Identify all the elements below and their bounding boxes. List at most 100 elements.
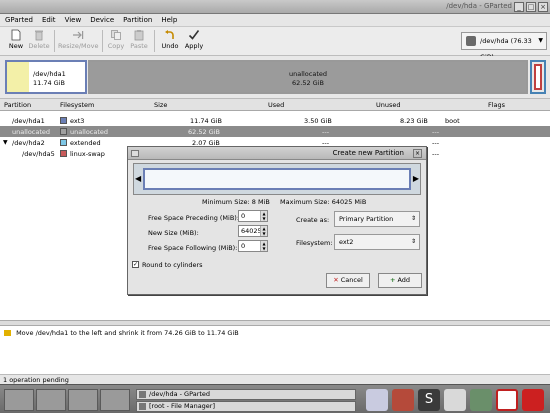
workspace-3[interactable]: [68, 389, 98, 411]
paste-button[interactable]: Paste: [128, 29, 150, 54]
copy-button[interactable]: Copy: [106, 29, 126, 54]
create-as-combo[interactable]: Primary Partition ⇕: [334, 211, 420, 227]
terminal-icon[interactable]: S: [418, 389, 440, 411]
cell-flags: boot: [445, 117, 460, 125]
spin-arrows-icon[interactable]: ▲ ▼: [260, 226, 267, 236]
col-size[interactable]: Size: [154, 101, 167, 109]
new-size-spinner[interactable]: 64025 ▲ ▼: [238, 225, 268, 237]
cell-partition: /dev/hda5: [22, 150, 55, 158]
table-row[interactable]: unallocated unallocated 62.52 GiB --- --…: [0, 126, 550, 137]
cell-filesystem: ext3: [70, 117, 85, 125]
round-cylinders-checkbox[interactable]: ✓: [132, 261, 139, 268]
col-partition[interactable]: Partition: [4, 101, 31, 109]
menu-gparted[interactable]: GParted: [0, 14, 37, 24]
mail-icon[interactable]: [366, 389, 388, 411]
power-icon[interactable]: [496, 389, 518, 411]
map-segment-extended[interactable]: [530, 60, 546, 94]
add-label: Add: [397, 276, 411, 284]
map-segment-unallocated[interactable]: unallocated 62.52 GiB: [88, 60, 528, 94]
menu-device[interactable]: Device: [85, 14, 118, 24]
round-cylinders-label: Round to cylinders: [142, 261, 203, 269]
cancel-label: Cancel: [340, 276, 363, 284]
cell-partition: /dev/hda1: [12, 117, 45, 125]
delete-button[interactable]: Delete: [28, 29, 50, 54]
device-selector[interactable]: /dev/hda (76.33 GiB) ▼: [461, 32, 547, 61]
expander-icon[interactable]: ▼: [3, 139, 8, 146]
partition-resizer: ◀ ▶: [133, 163, 421, 195]
dialog-title: Create new Partition: [332, 149, 404, 157]
workspace-4[interactable]: [100, 389, 130, 411]
cell-size: 62.52 GiB: [188, 128, 220, 136]
gparted-task-icon: [139, 391, 146, 398]
cell-unused: ---: [432, 150, 440, 158]
map-segment-name: unallocated: [288, 70, 328, 78]
tools-icon[interactable]: [392, 389, 414, 411]
task-gparted-label: /dev/hda - GParted: [149, 390, 211, 398]
filesystem-color-swatch: [60, 139, 67, 146]
delete-icon: [35, 30, 43, 41]
new-partition-bar[interactable]: [143, 168, 411, 190]
cell-unused: 8.23 GiB: [400, 117, 428, 125]
logout-icon[interactable]: [522, 389, 544, 411]
undo-button[interactable]: Undo: [160, 29, 180, 54]
close-button[interactable]: ×: [538, 2, 548, 12]
paste-label: Paste: [130, 42, 148, 50]
image-viewer-icon[interactable]: [470, 389, 492, 411]
menu-view[interactable]: View: [60, 14, 86, 24]
free-following-value: 0: [241, 242, 246, 250]
dialog-close-icon[interactable]: ×: [413, 149, 422, 158]
window-titlebar: /dev/hda - GParted _ □ ×: [0, 0, 550, 14]
maximize-button[interactable]: □: [526, 2, 536, 12]
task-file-manager-label: [root - File Manager]: [149, 402, 216, 410]
workspace-1[interactable]: [4, 389, 34, 411]
free-preceding-spinner[interactable]: 0 ▲ ▼: [238, 210, 268, 222]
create-as-label: Create as:: [296, 216, 330, 224]
col-flags[interactable]: Flags: [488, 101, 505, 109]
filesystem-color-swatch: [60, 150, 67, 157]
task-gparted[interactable]: /dev/hda - GParted: [136, 389, 356, 400]
resize-move-label: Resize/Move: [58, 42, 99, 50]
task-file-manager[interactable]: [root - File Manager]: [136, 401, 356, 412]
workspace-2[interactable]: [36, 389, 66, 411]
minimize-button[interactable]: _: [514, 2, 524, 12]
partition-map: /dev/hda1 11.74 GiB unallocated 62.52 Gi…: [0, 56, 550, 99]
apply-check-icon: [188, 30, 200, 40]
col-filesystem[interactable]: Filesystem: [60, 101, 94, 109]
new-button[interactable]: New: [6, 29, 26, 54]
window-menu-icon[interactable]: [131, 150, 139, 157]
cancel-button[interactable]: ✕ Cancel: [326, 273, 370, 288]
map-segment-size: 11.74 GiB: [33, 79, 65, 87]
copy-icon: [111, 30, 121, 40]
dialog-titlebar[interactable]: Create new Partition ×: [128, 147, 426, 160]
spin-arrows-icon[interactable]: ▲ ▼: [260, 241, 267, 251]
free-preceding-value: 0: [241, 212, 246, 220]
table-row[interactable]: /dev/hda1 ext3 11.74 GiB 3.50 GiB 8.23 G…: [0, 115, 550, 126]
text-editor-icon[interactable]: [444, 389, 466, 411]
operations-list: Move /dev/hda1 to the left and shrink it…: [0, 325, 550, 374]
col-unused[interactable]: Unused: [376, 101, 401, 109]
filesystem-combo[interactable]: ext2 ⇕: [334, 234, 420, 250]
col-used[interactable]: Used: [268, 101, 284, 109]
left-handle-arrow-icon[interactable]: ◀: [135, 174, 141, 183]
map-segment-swap[interactable]: [534, 64, 542, 90]
cell-unused: ---: [432, 128, 440, 136]
taskbar: /dev/hda - GParted [root - File Manager]…: [0, 384, 550, 413]
operation-item[interactable]: Move /dev/hda1 to the left and shrink it…: [4, 329, 239, 337]
toolbar-separator: [154, 30, 155, 52]
new-icon: [11, 29, 21, 41]
cell-filesystem: extended: [70, 139, 101, 147]
menu-help[interactable]: Help: [156, 14, 181, 24]
free-following-spinner[interactable]: 0 ▲ ▼: [238, 240, 268, 252]
menu-edit[interactable]: Edit: [37, 14, 60, 24]
spin-arrows-icon[interactable]: ▲ ▼: [260, 211, 267, 221]
statusbar: 1 operation pending: [0, 374, 550, 384]
menu-partition[interactable]: Partition: [118, 14, 156, 24]
new-size-value: 64025: [241, 227, 262, 235]
pending-status: 1 operation pending: [3, 376, 69, 384]
right-handle-arrow-icon[interactable]: ▶: [413, 174, 419, 183]
resize-move-button[interactable]: Resize/Move: [58, 29, 98, 54]
add-button[interactable]: + Add: [378, 273, 422, 288]
map-segment-hda1[interactable]: /dev/hda1 11.74 GiB: [5, 60, 87, 94]
apply-button[interactable]: Apply: [184, 29, 204, 54]
cell-used: 3.50 GiB: [304, 117, 332, 125]
